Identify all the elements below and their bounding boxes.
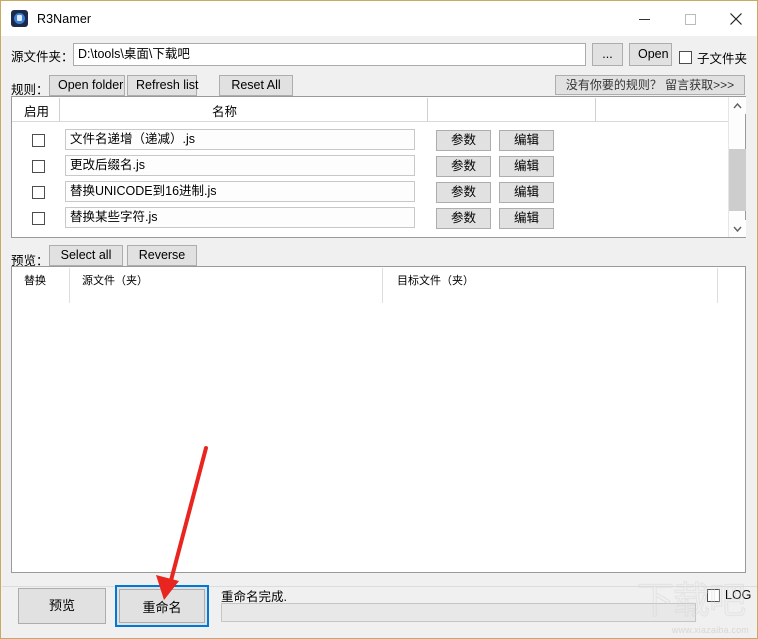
preview-divider-2 <box>382 268 383 303</box>
rules-header-name: 名称 <box>212 105 238 119</box>
browse-button[interactable]: ... <box>592 43 623 66</box>
source-folder-label: 源文件夹： <box>11 50 74 64</box>
open-folder-button[interactable]: Open folder <box>49 75 125 96</box>
rules-list-header: 启用 名称 <box>12 97 745 122</box>
preview-table-header: 替换 源文件（夹） 目标文件（夹） <box>12 267 745 291</box>
refresh-list-button[interactable]: Refresh list <box>127 75 199 96</box>
maximize-button[interactable] <box>667 1 713 37</box>
rule-enable-checkbox[interactable] <box>32 160 45 173</box>
rules-list-panel: 启用 名称 文件名递增（递减）.js 参数 编辑 更改后缀名.js 参数 编辑 … <box>11 96 746 238</box>
rule-edit-button[interactable]: 编辑 <box>499 208 554 229</box>
rename-button-label: 重命名 <box>119 589 205 623</box>
preview-header-replace: 替换 <box>24 275 46 287</box>
subfolder-checkbox[interactable]: 子文件夹 <box>679 48 747 67</box>
select-all-button[interactable]: Select all <box>49 245 123 266</box>
reset-all-button[interactable]: Reset All <box>219 75 293 96</box>
log-label: LOG <box>725 588 752 602</box>
subfolder-label: 子文件夹 <box>697 52 748 66</box>
table-row[interactable]: 替换某些字符.js 参数 编辑 <box>12 206 745 232</box>
preview-header-source: 源文件（夹） <box>82 275 148 287</box>
rule-name-input[interactable]: 替换某些字符.js <box>65 207 415 228</box>
header-divider-3 <box>595 98 596 121</box>
source-folder-input[interactable]: D:\tools\桌面\下载吧 <box>73 43 586 66</box>
rule-name-input[interactable]: 文件名递增（递减）.js <box>65 129 415 150</box>
log-checkbox[interactable]: LOG <box>707 588 751 602</box>
title-bar: R3Namer <box>1 0 757 37</box>
app-icon <box>11 10 28 27</box>
rule-edit-button[interactable]: 编辑 <box>499 156 554 177</box>
rules-scrollbar[interactable] <box>728 97 746 237</box>
get-more-rules-button[interactable]: 没有你要的规则？ 留言获取>>> <box>555 75 745 95</box>
table-row[interactable]: 文件名递增（递减）.js 参数 编辑 <box>12 128 745 154</box>
header-divider-1 <box>59 98 60 121</box>
preview-button[interactable]: 预览 <box>18 588 106 624</box>
rule-param-button[interactable]: 参数 <box>436 208 491 229</box>
rule-edit-button[interactable]: 编辑 <box>499 130 554 151</box>
rule-enable-checkbox[interactable] <box>32 212 45 225</box>
preview-divider-3 <box>717 268 718 303</box>
window-title: R3Namer <box>37 11 92 26</box>
log-checkbox-box[interactable] <box>707 588 720 602</box>
close-button[interactable] <box>713 1 757 37</box>
table-row[interactable]: 更改后缀名.js 参数 编辑 <box>12 154 745 180</box>
preview-divider-1 <box>69 268 70 303</box>
rule-param-button[interactable]: 参数 <box>436 130 491 151</box>
scrollbar-thumb[interactable] <box>729 149 746 211</box>
rename-button[interactable]: 重命名 <box>115 585 209 627</box>
preview-header-target: 目标文件（夹） <box>397 275 474 287</box>
scroll-down-icon[interactable] <box>729 220 746 237</box>
app-window: R3Namer 源文件夹： D:\tools\桌面\下载吧 ... Open 子… <box>0 0 758 639</box>
scroll-up-icon[interactable] <box>729 97 746 114</box>
subfolder-checkbox-box[interactable] <box>679 51 692 64</box>
rule-enable-checkbox[interactable] <box>32 186 45 199</box>
open-button[interactable]: Open <box>629 43 672 66</box>
rule-name-input[interactable]: 更改后缀名.js <box>65 155 415 176</box>
rule-name-input[interactable]: 替换UNICODE到16进制.js <box>65 181 415 202</box>
reverse-button[interactable]: Reverse <box>127 245 197 266</box>
rule-edit-button[interactable]: 编辑 <box>499 182 554 203</box>
minimize-button[interactable] <box>621 1 667 37</box>
status-progress-field <box>221 603 696 622</box>
rule-enable-checkbox[interactable] <box>32 134 45 147</box>
rules-header-enable: 启用 <box>24 105 50 119</box>
table-row[interactable]: 替换UNICODE到16进制.js 参数 编辑 <box>12 180 745 206</box>
header-divider-2 <box>427 98 428 121</box>
window-controls <box>621 1 757 37</box>
rule-param-button[interactable]: 参数 <box>436 182 491 203</box>
rule-param-button[interactable]: 参数 <box>436 156 491 177</box>
preview-table[interactable]: 替换 源文件（夹） 目标文件（夹） <box>11 266 746 573</box>
